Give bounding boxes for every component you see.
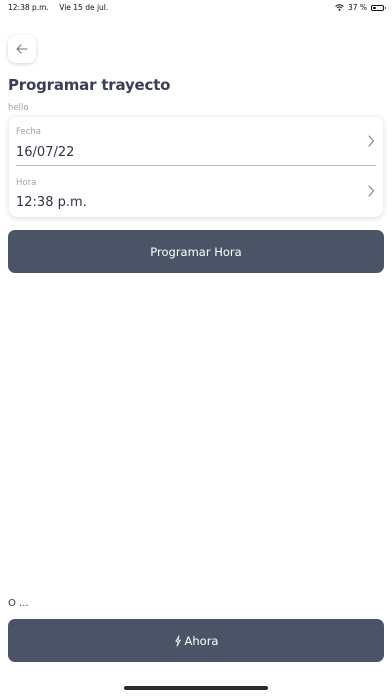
- date-label: Fecha: [16, 127, 41, 137]
- or-separator-text: O ...: [8, 598, 29, 609]
- battery-percent: 37 %: [347, 3, 367, 12]
- status-bar: 12:38 p.m. Vie 15 de jul. 37 %: [0, 0, 392, 16]
- schedule-card: Fecha 16/07/22 Hora 12:38 p.m.: [9, 117, 383, 217]
- field-divider: [16, 165, 376, 166]
- now-button[interactable]: Ahora: [8, 619, 384, 662]
- time-label: Hora: [16, 178, 37, 188]
- time-field[interactable]: Hora 12:38 p.m.: [9, 167, 383, 217]
- chevron-right-icon: [368, 185, 375, 197]
- battery-icon: [371, 4, 386, 11]
- arrow-left-icon: [16, 44, 28, 54]
- lightning-icon: [174, 634, 181, 647]
- page-title: Programar trayecto: [8, 76, 171, 94]
- battery-fill: [373, 6, 377, 9]
- page-subtitle: hello: [8, 103, 29, 113]
- status-right: 37 %: [335, 3, 386, 12]
- schedule-time-label: Programar Hora: [150, 244, 242, 259]
- status-date: Vie 15 de jul.: [59, 3, 109, 12]
- status-time: 12:38 p.m.: [8, 3, 49, 12]
- chevron-right-icon: [368, 135, 375, 147]
- time-value: 12:38 p.m.: [16, 195, 87, 210]
- wifi-icon: [335, 4, 344, 11]
- now-label: Ahora: [184, 633, 219, 648]
- back-button[interactable]: [8, 35, 36, 63]
- home-indicator[interactable]: [124, 686, 268, 690]
- status-left: 12:38 p.m. Vie 15 de jul.: [8, 3, 108, 12]
- schedule-time-button[interactable]: Programar Hora: [8, 230, 384, 273]
- date-field[interactable]: Fecha 16/07/22: [9, 117, 383, 167]
- date-value: 16/07/22: [16, 145, 75, 160]
